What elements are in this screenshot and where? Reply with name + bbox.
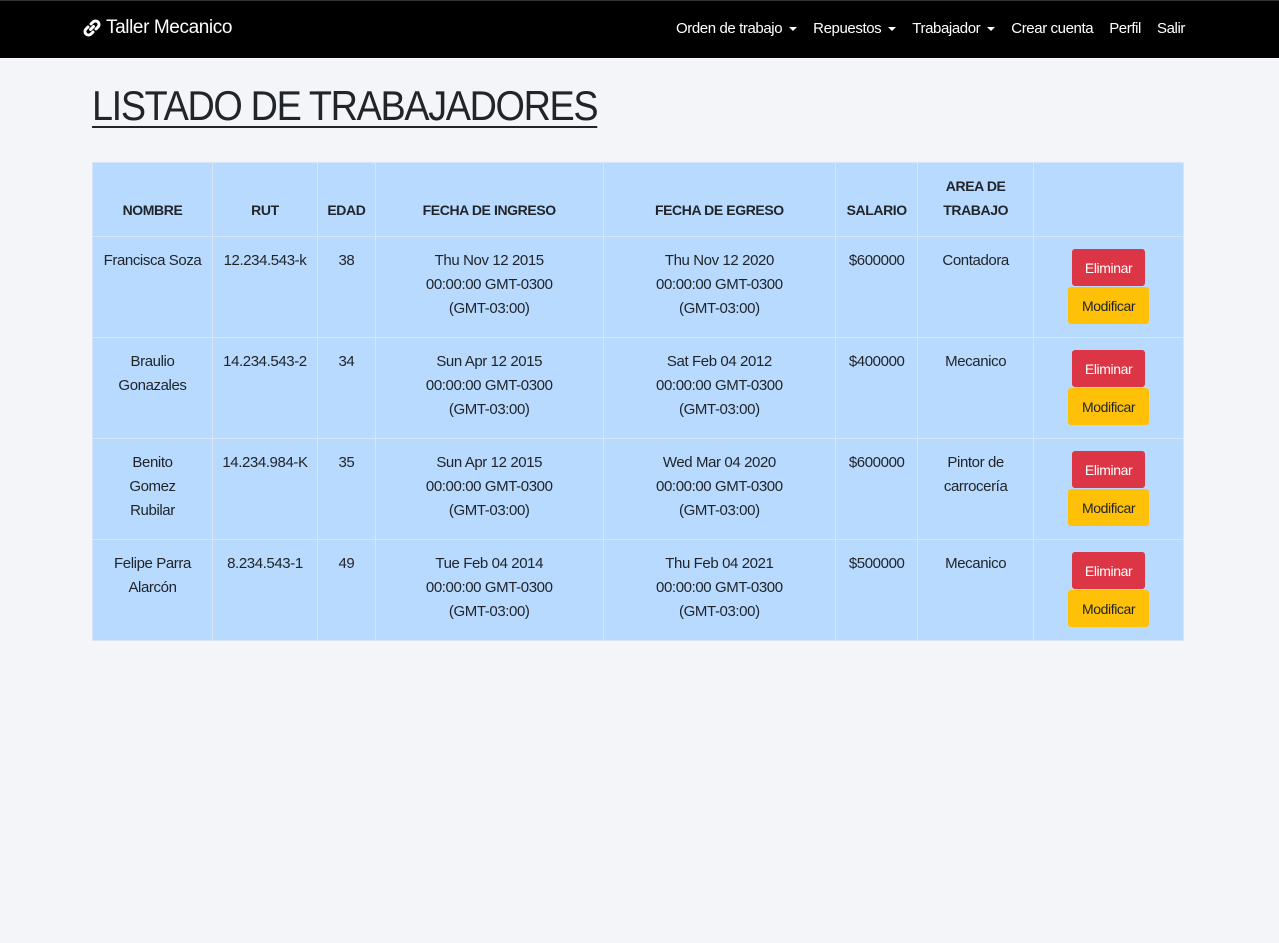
table-header: NOMBRE RUT EDAD FECHA DE INGRESO FECHA D… [92,162,1184,237]
cell-fecha-egreso: Sat Feb 04 2012 00:00:00 GMT-0300 (GMT-0… [602,337,837,439]
workers-table: NOMBRE RUT EDAD FECHA DE INGRESO FECHA D… [92,162,1184,641]
row-actions: Eliminar Modificar [1040,350,1177,425]
table-body: Francisca Soza 12.234.543-k 38 Thu Nov 1… [92,236,1184,641]
cell-rut: 8.234.543-1 [211,539,318,641]
cell-actions: Eliminar Modificar [1033,539,1184,641]
nav-trabajador-label: Trabajador [912,20,981,37]
cell-fecha-egreso: Wed Mar 04 2020 00:00:00 GMT-0300 (GMT-0… [602,438,837,540]
nav-repuestos-label: Repuestos [813,20,882,37]
cell-actions: Eliminar Modificar [1033,337,1184,439]
cell-fecha-ingreso: Sun Apr 12 2015 00:00:00 GMT-0300 (GMT-0… [374,438,604,540]
header-fecha-egreso: FECHA DE EGRESO [602,162,837,237]
cell-edad: 35 [316,438,376,540]
cell-area: Mecanico [917,337,1035,439]
header-edad: EDAD [316,162,376,237]
row-actions: Eliminar Modificar [1040,249,1177,324]
cell-salario: $600000 [835,438,919,540]
modificar-button[interactable]: Modificar [1068,590,1150,627]
top-navbar: Taller Mecanico Orden de trabajo Repuest… [0,0,1279,58]
caret-down-icon [789,26,798,31]
cell-edad: 49 [316,539,376,641]
cell-edad: 34 [316,337,376,439]
cell-fecha-ingreso: Tue Feb 04 2014 00:00:00 GMT-0300 (GMT-0… [374,539,604,641]
cell-salario: $500000 [835,539,919,641]
header-actions [1033,162,1184,237]
cell-nombre: Braulio Gonazales [92,337,213,439]
cell-rut: 14.234.984-K [211,438,318,540]
cell-rut: 14.234.543-2 [211,337,318,439]
nav-crear-cuenta-label: Crear cuenta [1011,20,1094,37]
cell-actions: Eliminar Modificar [1033,236,1184,338]
cell-actions: Eliminar Modificar [1033,438,1184,540]
eliminar-button[interactable]: Eliminar [1072,451,1146,488]
table-row: Felipe Parra Alarcón 8.234.543-1 49 Tue … [92,539,1184,641]
nav-repuestos[interactable]: Repuestos [813,20,897,37]
nav-trabajador[interactable]: Trabajador [912,20,996,37]
cell-area: Mecanico [917,539,1035,641]
cell-salario: $600000 [835,236,919,338]
nav-perfil-label: Perfil [1109,20,1141,37]
header-fecha-ingreso: FECHA DE INGRESO [374,162,604,237]
modificar-button[interactable]: Modificar [1068,489,1150,526]
nav-orden-de-trabajo[interactable]: Orden de trabajo [675,20,798,37]
table-header-row: NOMBRE RUT EDAD FECHA DE INGRESO FECHA D… [92,162,1184,237]
nav-salir-label: Salir [1156,20,1185,37]
header-nombre: NOMBRE [92,162,213,237]
brand-label: Taller Mecanico [106,17,232,38]
nav-crear-cuenta[interactable]: Crear cuenta [1011,20,1093,37]
nav-perfil[interactable]: Perfil [1109,20,1141,37]
cell-fecha-egreso: Thu Nov 12 2020 00:00:00 GMT-0300 (GMT-0… [602,236,837,338]
nav-orden-de-trabajo-label: Orden de trabajo [675,20,783,37]
cell-nombre: Francisca Soza [92,236,213,338]
eliminar-button[interactable]: Eliminar [1072,249,1146,286]
caret-down-icon [888,26,897,31]
cell-area: Pintor de carrocería [917,438,1035,540]
header-salario: SALARIO [835,162,919,237]
nav-links: Orden de trabajo Repuestos Trabajador Cr… [676,20,1185,37]
cell-area: Contadora [917,236,1035,338]
nav-salir[interactable]: Salir [1157,20,1185,37]
header-rut: RUT [211,162,318,237]
cell-fecha-ingreso: Sun Apr 12 2015 00:00:00 GMT-0300 (GMT-0… [374,337,604,439]
cell-nombre: Benito Gomez Rubilar [92,438,213,540]
modificar-button[interactable]: Modificar [1068,287,1150,324]
caret-down-icon [987,26,996,31]
cell-fecha-ingreso: Thu Nov 12 2015 00:00:00 GMT-0300 (GMT-0… [374,236,604,338]
cell-rut: 12.234.543-k [211,236,318,338]
header-area: AREA DE TRABAJO [917,162,1035,237]
table-row: Braulio Gonazales 14.234.543-2 34 Sun Ap… [92,337,1184,439]
link-icon [82,18,102,38]
table-row: Benito Gomez Rubilar 14.234.984-K 35 Sun… [92,438,1184,540]
cell-edad: 38 [316,236,376,338]
page-title: LISTADO DE TRABAJADORES [92,82,599,129]
eliminar-button[interactable]: Eliminar [1072,350,1146,387]
eliminar-button[interactable]: Eliminar [1072,552,1146,589]
brand-link[interactable]: Taller Mecanico [82,17,232,39]
cell-fecha-egreso: Thu Feb 04 2021 00:00:00 GMT-0300 (GMT-0… [602,539,837,641]
row-actions: Eliminar Modificar [1040,552,1177,627]
table-row: Francisca Soza 12.234.543-k 38 Thu Nov 1… [92,236,1184,338]
cell-nombre: Felipe Parra Alarcón [92,539,213,641]
cell-salario: $400000 [835,337,919,439]
modificar-button[interactable]: Modificar [1068,388,1150,425]
row-actions: Eliminar Modificar [1040,451,1177,526]
